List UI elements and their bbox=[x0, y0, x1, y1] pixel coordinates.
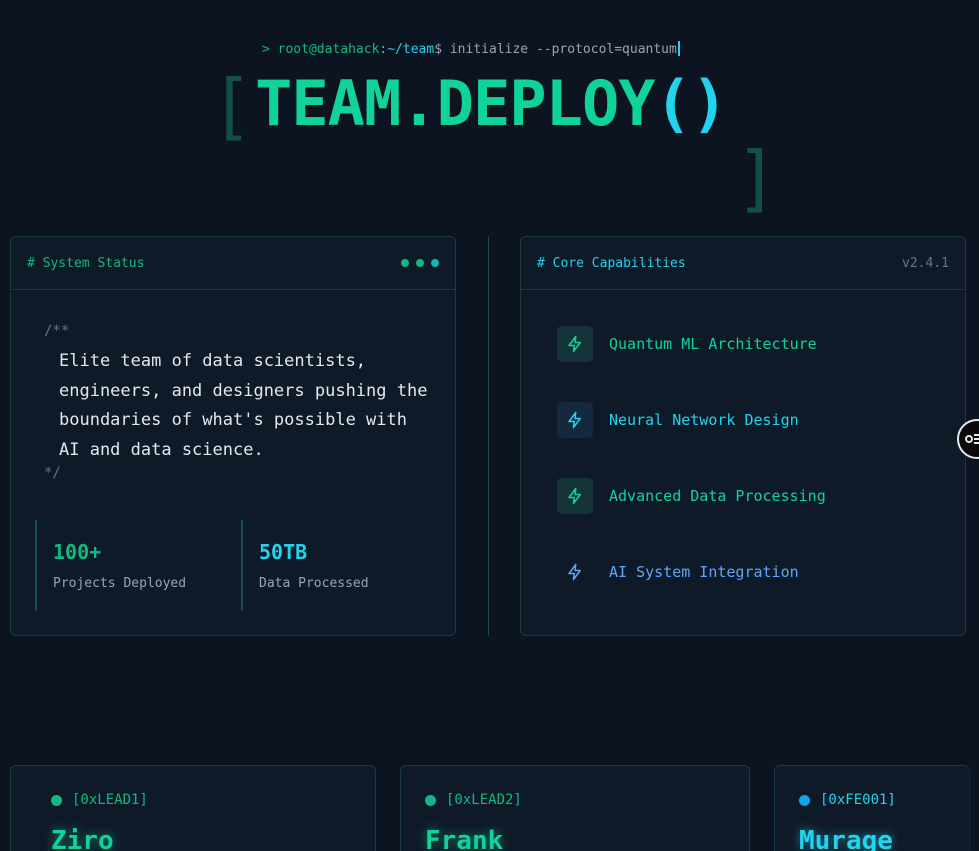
capability-item[interactable]: Advanced Data Processing bbox=[557, 478, 826, 514]
system-status-label: # System Status bbox=[27, 255, 145, 271]
hero-bracket-right: ] bbox=[735, 136, 779, 220]
prompt-command: $ initialize --protocol=quantum bbox=[434, 42, 677, 57]
stat-value: 100+ bbox=[53, 540, 102, 564]
stat-value: 50TB bbox=[259, 540, 308, 564]
team-description: Elite team of data scientists, engineers… bbox=[59, 351, 428, 460]
lightning-icon bbox=[557, 402, 593, 438]
settings-toggle-icon bbox=[965, 434, 979, 444]
window-dots bbox=[401, 259, 439, 267]
member-id: [0xLEAD1] bbox=[72, 792, 148, 808]
core-capabilities-card: # Core Capabilities v2.4.1 Quantum ML Ar… bbox=[520, 236, 966, 636]
capability-label: Advanced Data Processing bbox=[609, 487, 826, 505]
member-name: Frank bbox=[425, 826, 504, 851]
online-status-icon bbox=[799, 794, 810, 806]
member-name: Ziro bbox=[51, 826, 114, 851]
page-title: TEAM.DEPLOY() bbox=[255, 67, 729, 140]
system-status-header: # System Status bbox=[11, 237, 455, 290]
dot-icon bbox=[416, 259, 424, 267]
lightning-icon bbox=[557, 554, 593, 590]
stat-caption: Data Processed bbox=[259, 576, 369, 591]
lightning-icon bbox=[557, 478, 593, 514]
capabilities-label: # Core Capabilities bbox=[537, 255, 686, 271]
member-card[interactable]: [0xLEAD1] Ziro bbox=[10, 765, 376, 851]
scroll-edge-fade bbox=[963, 765, 979, 851]
comment-open: /** bbox=[44, 323, 70, 339]
stat-data: 50TB Data Processed bbox=[241, 520, 411, 611]
member-name: Murage bbox=[799, 826, 893, 851]
capability-label: Neural Network Design bbox=[609, 411, 799, 429]
capability-item[interactable]: AI System Integration bbox=[557, 554, 799, 590]
dot-icon bbox=[401, 259, 409, 267]
capability-label: AI System Integration bbox=[609, 563, 799, 581]
online-status-icon bbox=[425, 794, 436, 806]
prompt-path: :~/team bbox=[379, 42, 435, 57]
member-card[interactable]: [0xFE001] Murage bbox=[774, 765, 970, 851]
prompt-chevron: > bbox=[262, 42, 270, 57]
prompt-user: root@datahack bbox=[277, 42, 380, 57]
stat-caption: Projects Deployed bbox=[53, 576, 187, 591]
capabilities-header: # Core Capabilities v2.4.1 bbox=[521, 237, 965, 290]
version-badge: v2.4.1 bbox=[902, 255, 949, 271]
member-card[interactable]: [0xLEAD2] Frank bbox=[400, 765, 750, 851]
member-id-row: [0xFE001] bbox=[799, 792, 896, 808]
member-id-row: [0xLEAD1] bbox=[51, 792, 148, 808]
terminal-prompt: > root@datahack:~/team$ initialize --pro… bbox=[262, 41, 680, 57]
system-status-card: # System Status /** Elite team of data s… bbox=[10, 236, 456, 636]
text-cursor bbox=[677, 41, 680, 56]
member-id: [0xFE001] bbox=[820, 792, 896, 808]
stat-projects: 100+ Projects Deployed bbox=[35, 520, 205, 611]
capability-label: Quantum ML Architecture bbox=[609, 335, 817, 353]
page-title-parens: () bbox=[654, 67, 729, 140]
capability-item[interactable]: Neural Network Design bbox=[557, 402, 799, 438]
capability-item[interactable]: Quantum ML Architecture bbox=[557, 326, 817, 362]
comment-close: */ bbox=[44, 465, 61, 481]
hero-bracket-left: [ bbox=[210, 64, 254, 148]
column-divider bbox=[488, 236, 489, 636]
member-id: [0xLEAD2] bbox=[446, 792, 522, 808]
online-status-icon bbox=[51, 794, 62, 806]
dot-icon bbox=[431, 259, 439, 267]
lightning-icon bbox=[557, 326, 593, 362]
page-title-text: TEAM.DEPLOY bbox=[255, 67, 656, 140]
member-id-row: [0xLEAD2] bbox=[425, 792, 522, 808]
